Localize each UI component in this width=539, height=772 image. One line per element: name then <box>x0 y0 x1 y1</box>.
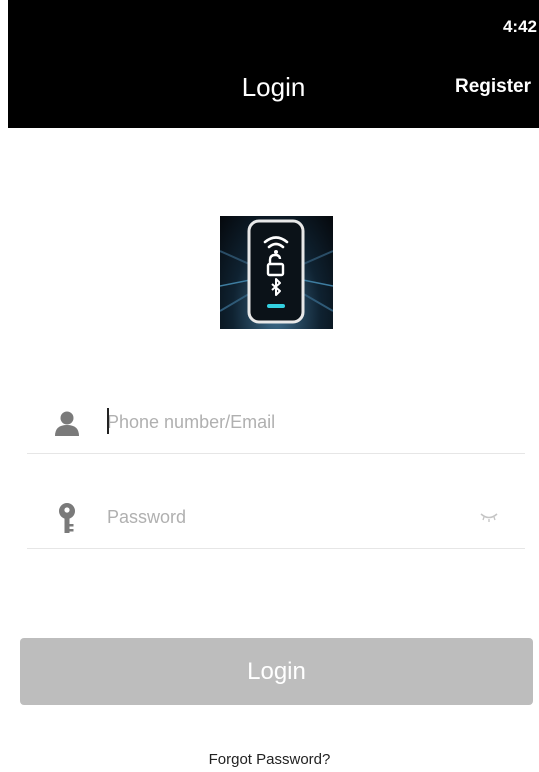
password-input[interactable] <box>107 502 477 532</box>
eye-closed-icon[interactable] <box>479 510 499 524</box>
smart-lock-logo-icon <box>220 219 333 324</box>
user-icon <box>55 411 79 436</box>
phone-email-input[interactable] <box>107 407 477 437</box>
login-button[interactable]: Login <box>20 638 533 705</box>
top-app-bar: 4:42 Login Register <box>8 0 539 128</box>
register-link[interactable]: Register <box>455 76 531 98</box>
key-icon <box>59 503 75 533</box>
app-logo <box>220 216 333 329</box>
phone-email-field[interactable] <box>27 393 525 454</box>
password-field[interactable] <box>27 488 525 549</box>
forgot-password-link[interactable]: Forgot Password? <box>0 751 539 768</box>
status-time: 4:42 <box>502 17 537 36</box>
text-cursor <box>107 408 109 434</box>
